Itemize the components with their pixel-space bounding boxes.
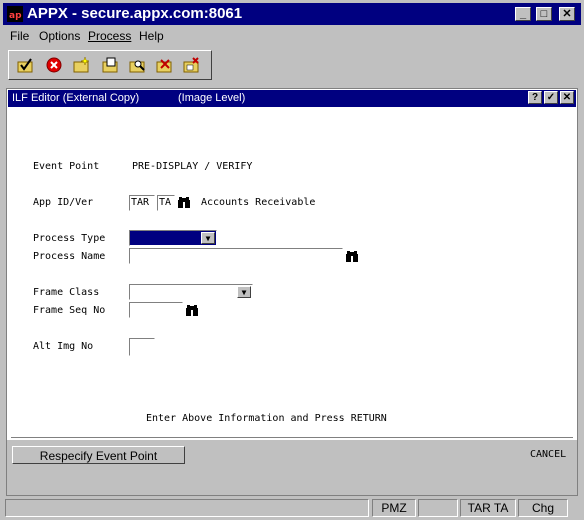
- respecify-event-point-button[interactable]: Respecify Event Point: [12, 446, 185, 464]
- check-folder-icon[interactable]: [17, 57, 35, 73]
- status-bar: PMZ TAR TA Chg: [3, 498, 581, 518]
- svg-text:ap: ap: [9, 11, 22, 21]
- menu-file[interactable]: File: [10, 29, 29, 43]
- frame-seq-label: Frame Seq No: [33, 305, 106, 316]
- status-panel-message: [5, 499, 369, 517]
- menu-help[interactable]: Help: [139, 29, 164, 43]
- process-lookup-binoculars-icon[interactable]: [345, 250, 359, 263]
- frame-class-dropdown[interactable]: ▼: [129, 284, 253, 300]
- alt-img-field[interactable]: [129, 338, 155, 356]
- stop-icon[interactable]: [45, 57, 63, 73]
- app-lookup-binoculars-icon[interactable]: [177, 196, 191, 209]
- menu-process[interactable]: Process: [88, 29, 131, 43]
- editor-level: (Image Level): [178, 92, 246, 104]
- frame-class-label: Frame Class: [33, 287, 100, 298]
- status-panel-mode: Chg: [518, 499, 568, 517]
- help-button[interactable]: ?: [528, 91, 542, 104]
- process-type-dropdown[interactable]: ▼: [129, 230, 217, 246]
- process-name-field[interactable]: [129, 248, 343, 264]
- event-point-label: Event Point: [33, 161, 100, 172]
- close-button[interactable]: ✕: [559, 7, 575, 21]
- process-type-label: Process Type: [33, 233, 106, 244]
- status-panel-app: TAR TA: [460, 499, 516, 517]
- open-folder-icon[interactable]: [102, 57, 120, 73]
- cancel-link[interactable]: CANCEL: [530, 449, 566, 460]
- chevron-down-icon[interactable]: ▼: [201, 232, 215, 244]
- app-name: Accounts Receivable: [201, 197, 316, 208]
- status-panel-user: PMZ: [372, 499, 416, 517]
- cancel-folder-icon[interactable]: [156, 57, 174, 73]
- menu-options[interactable]: Options: [39, 29, 80, 43]
- editor-titlebar[interactable]: ILF Editor (External Copy) (Image Level)…: [8, 90, 576, 107]
- window-titlebar[interactable]: ap APPX - secure.appx.com:8061 _ □ ✕: [3, 3, 581, 25]
- delete-folder-icon[interactable]: [183, 57, 201, 73]
- instruction-prompt: Enter Above Information and Press RETURN: [146, 413, 387, 424]
- toolbar: [8, 50, 212, 80]
- menu-bar: File Options Process Help: [3, 27, 581, 45]
- process-name-label: Process Name: [33, 251, 106, 262]
- appx-logo-icon: ap: [7, 6, 23, 22]
- frame-lookup-binoculars-icon[interactable]: [185, 304, 199, 317]
- event-point-value: PRE-DISPLAY / VERIFY: [132, 161, 253, 172]
- app-id-field[interactable]: TAR: [129, 195, 155, 211]
- chevron-down-icon[interactable]: ▼: [237, 286, 251, 298]
- ilf-editor-window: ILF Editor (External Copy) (Image Level)…: [6, 88, 578, 496]
- minimize-button[interactable]: _: [515, 7, 531, 21]
- editor-close-button[interactable]: ✕: [560, 91, 574, 104]
- app-id-label: App ID/Ver: [33, 197, 94, 208]
- editor-title: ILF Editor (External Copy): [12, 92, 140, 104]
- window-title: APPX - secure.appx.com:8061: [27, 5, 243, 22]
- app-ver-field[interactable]: TA: [157, 195, 175, 211]
- frame-seq-field[interactable]: [129, 302, 183, 318]
- divider: [11, 437, 573, 439]
- status-panel-empty: [418, 499, 458, 517]
- maximize-button[interactable]: □: [536, 7, 552, 21]
- new-folder-icon[interactable]: [73, 57, 91, 73]
- ok-check-button[interactable]: ✓: [544, 91, 558, 104]
- search-folder-icon[interactable]: [129, 57, 147, 73]
- alt-img-label: Alt Img No: [33, 341, 94, 352]
- respecify-label: Respecify Event Point: [39, 449, 158, 463]
